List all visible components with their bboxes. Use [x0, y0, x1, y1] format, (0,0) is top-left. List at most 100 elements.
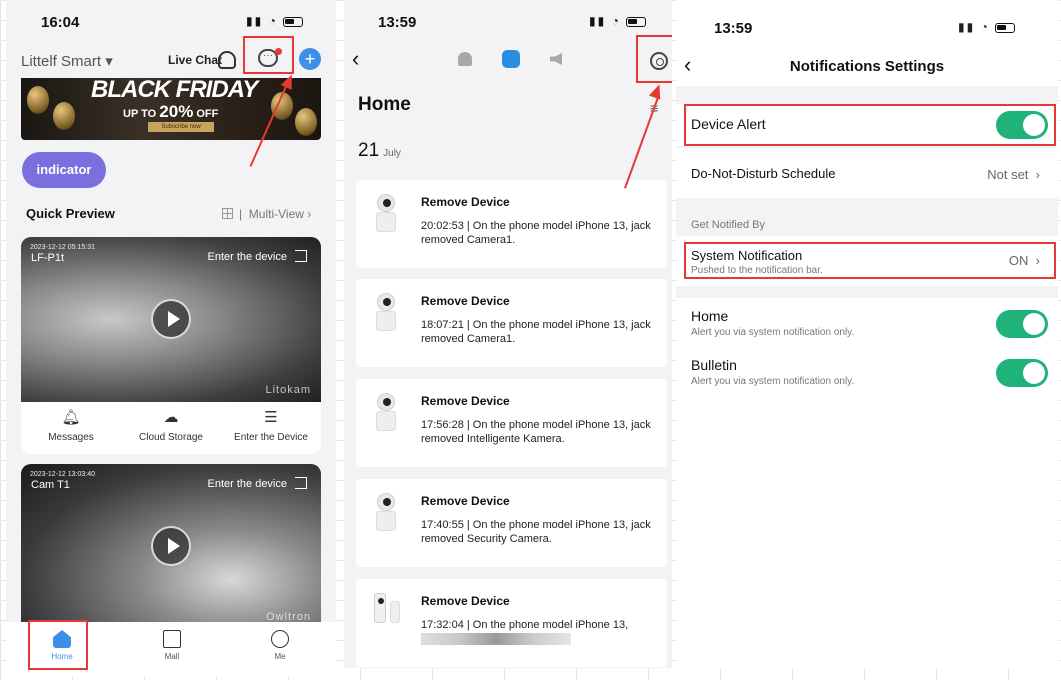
camera-device-icon — [374, 393, 398, 431]
highlight-box-device-alert — [684, 104, 1056, 146]
camera-timestamp: 2023-12-12 13:03:40 — [30, 471, 95, 478]
camera-name: Cam T1 — [31, 479, 70, 491]
tab-mall[interactable]: Mall — [142, 630, 202, 661]
bulletin-toggle[interactable] — [996, 359, 1048, 387]
speaker-tab-icon[interactable] — [550, 53, 562, 65]
camera-preview-card[interactable]: 2023-12-12 13:03:40 Cam T1 Enter the dev… — [21, 464, 321, 629]
status-icons: ▮▮ ◔ — [589, 14, 647, 28]
home-tab-icon[interactable] — [502, 50, 520, 68]
page-title: Home — [358, 94, 411, 115]
event-description: 20:02:53 | On the phone model iPhone 13,… — [421, 220, 651, 246]
signal-icon: ▮▮ — [246, 14, 264, 28]
doorbell-device-icon — [374, 593, 400, 631]
balloon-icon — [53, 102, 75, 130]
home-channel-sub: Alert you via system notification only. — [691, 327, 855, 338]
event-title: Remove Device — [421, 594, 510, 608]
chevron-right-icon: › — [307, 207, 312, 221]
dnd-value-text: Not set — [987, 167, 1029, 182]
bell-icon: 🔔︎ — [61, 409, 81, 426]
status-time: 13:59 — [378, 14, 417, 31]
bulletin-label: Bulletin — [691, 357, 737, 373]
status-time: 13:59 — [714, 20, 753, 37]
highlight-box-message — [243, 36, 294, 74]
add-device-button[interactable]: + — [299, 48, 321, 70]
action-label: Cloud Storage — [139, 432, 203, 443]
messages-action[interactable]: 🔔︎ Messages — [21, 408, 121, 443]
camera-preview-card[interactable]: 2023-12-12 05:15:31 LF-P1t Enter the dev… — [21, 237, 321, 402]
action-label: Enter the Device — [234, 432, 308, 443]
battery-icon — [626, 16, 647, 27]
battery-icon — [995, 22, 1016, 33]
back-chevron-icon[interactable]: ‹ — [352, 46, 359, 72]
home-channel-label: Home — [691, 308, 729, 324]
event-card[interactable]: Remove Device 17:40:55 | On the phone mo… — [356, 479, 667, 567]
app-title: Littelf Smart — [21, 53, 102, 70]
indicator-button[interactable]: indicator — [22, 152, 106, 188]
camera-device-icon — [374, 293, 398, 331]
banner-sub-suffix: OFF — [196, 108, 219, 120]
home-channel-toggle[interactable] — [996, 310, 1048, 338]
play-button[interactable] — [151, 526, 191, 566]
event-card[interactable]: Remove Device 18:07:21 | On the phone mo… — [356, 279, 667, 367]
app-title-dropdown[interactable]: Littelf Smart ▾ — [21, 52, 113, 70]
wifi-icon: ◔ — [268, 14, 278, 28]
signal-icon: ▮▮ — [958, 20, 976, 34]
tab-label: Me — [274, 652, 286, 661]
cloud-upload-icon: ☁ — [163, 409, 179, 426]
settings-header: 13:59 ▮▮ ◔ ‹ Notifications Settings — [676, 0, 1058, 84]
event-card[interactable]: Remove Device 17:56:28 | On the phone mo… — [356, 379, 667, 467]
event-title: Remove Device — [421, 195, 510, 209]
multi-view-link[interactable]: | Multi-View › — [222, 207, 311, 221]
tab-label: Mall — [164, 652, 180, 661]
cloud-storage-action[interactable]: ☁ Cloud Storage — [121, 408, 221, 443]
composite-screenshot: 16:04 ▮▮ ◔ Littelf Smart ▾ Live Chat ···… — [0, 0, 1061, 680]
camera-actions-bar: 🔔︎ Messages ☁ Cloud Storage ☰ Enter the Dev… — [21, 402, 321, 454]
banner-subscribe-button[interactable]: Subscribe now — [148, 122, 214, 132]
camera-device-icon — [374, 493, 398, 531]
user-icon — [271, 630, 289, 648]
enter-device-link[interactable]: Enter the device — [207, 250, 307, 263]
highlight-box-system-notification — [684, 242, 1056, 279]
enter-device-link[interactable]: Enter the device — [207, 477, 307, 490]
highlight-box-home-tab — [28, 620, 88, 670]
event-title: Remove Device — [421, 294, 510, 308]
headset-icon[interactable] — [218, 51, 236, 69]
shopping-bag-icon — [163, 630, 181, 648]
event-card[interactable]: Remove Device 20:02:53 | On the phone mo… — [356, 180, 667, 268]
enter-device-label: Enter the device — [207, 251, 288, 263]
page-title: Notifications Settings — [789, 58, 945, 75]
event-title: Remove Device — [421, 394, 510, 408]
action-label: Messages — [48, 432, 94, 443]
home-screen-panel: 16:04 ▮▮ ◔ Littelf Smart ▾ Live Chat ···… — [6, 0, 336, 676]
redacted-text — [421, 633, 571, 646]
enter-device-label: Enter the device — [207, 478, 288, 490]
live-chat-label[interactable]: Live Chat — [168, 53, 222, 67]
tab-me[interactable]: Me — [250, 630, 310, 661]
wifi-icon: ◔ — [611, 14, 621, 28]
camera-timestamp: 2023-12-12 05:15:31 — [30, 244, 95, 251]
camera-name: LF-P1t — [31, 252, 65, 264]
event-card[interactable]: Remove Device 17:32:04 | On the phone mo… — [356, 579, 667, 667]
camera-watermark: Litokam — [265, 384, 311, 396]
play-button[interactable] — [151, 299, 191, 339]
enter-device-action[interactable]: ☰ Enter the Device — [221, 408, 321, 443]
camera-device-icon — [374, 194, 398, 232]
dnd-row[interactable]: Do-Not-Disturb Schedule Not set › — [676, 148, 1058, 198]
channel-group: Home Alert you via system notification o… — [676, 298, 1058, 396]
status-time: 16:04 — [41, 14, 80, 31]
message-nav-bar: ‹ — [344, 46, 672, 76]
event-title: Remove Device — [421, 494, 510, 508]
bell-tab-icon[interactable] — [458, 52, 472, 66]
banner-subtitle: UP TO 20% OFF — [123, 102, 218, 122]
section-label: Get Notified By — [691, 219, 765, 231]
dnd-value: Not set › — [987, 167, 1040, 182]
event-description-text: 17:32:04 | On the phone model iPhone 13, — [421, 619, 629, 631]
date-month: July — [383, 148, 401, 159]
date-header: 21 July — [358, 140, 401, 162]
grid-icon — [222, 208, 233, 219]
multi-view-label: Multi-View — [248, 207, 304, 221]
highlight-box-gear — [636, 35, 672, 83]
status-icons: ▮▮ ◔ — [958, 20, 1016, 34]
wifi-icon: ◔ — [980, 20, 990, 34]
balloon-icon — [27, 86, 49, 114]
